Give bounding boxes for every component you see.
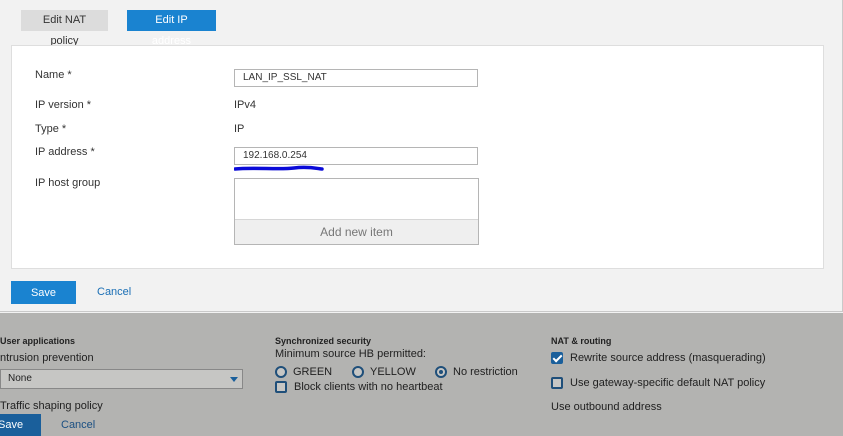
ip-version-label: IP version * [35, 99, 92, 111]
background-cancel-link[interactable]: Cancel [61, 419, 95, 431]
name-input[interactable]: LAN_IP_SSL_NAT [234, 69, 478, 87]
ip-address-input[interactable]: 192.168.0.254 [234, 147, 478, 165]
annotation-underline [234, 165, 324, 171]
user-applications-heading: User applications [0, 336, 76, 346]
nat-routing-heading: NAT & routing [551, 336, 612, 346]
radio-green[interactable] [275, 366, 287, 378]
ip-host-group-label: IP host group [35, 177, 101, 189]
radio-green-label: GREEN [293, 366, 333, 378]
radio-yellow[interactable] [352, 366, 364, 378]
radio-yellow-label: YELLOW [370, 366, 416, 378]
intrusion-prevention-select[interactable]: None [0, 369, 243, 389]
name-label: Name * [35, 69, 72, 81]
gateway-specific-checkbox[interactable] [551, 377, 563, 389]
min-source-hb-label: Minimum source HB permitted: [275, 348, 426, 360]
radio-no-restriction-label: No restriction [453, 366, 518, 378]
ip-version-value: IPv4 [234, 99, 257, 111]
rewrite-source-label: Rewrite source address (masquerading) [570, 352, 766, 364]
add-new-item-button[interactable]: Add new item [235, 219, 478, 244]
outbound-address-label: Use outbound address [551, 401, 662, 413]
type-value: IP [234, 123, 245, 135]
edit-ip-address-dialog: Edit NAT policy Edit IP address Name * L… [0, 0, 843, 312]
background-page: User applications ntrusion prevention No… [0, 313, 843, 436]
traffic-shaping-label: Traffic shaping policy [0, 400, 103, 412]
rewrite-source-checkbox[interactable] [551, 352, 563, 364]
gateway-specific-label: Use gateway-specific default NAT policy [570, 377, 766, 389]
chevron-down-icon [230, 377, 238, 382]
intrusion-prevention-value: None [8, 373, 32, 384]
edit-nat-policy-tab[interactable]: Edit NAT policy [21, 10, 108, 47]
block-clients-label: Block clients with no heartbeat [294, 381, 443, 393]
form-panel: Name * LAN_IP_SSL_NAT IP version * IPv4 … [11, 45, 824, 269]
edit-ip-address-tab[interactable]: Edit IP address [127, 10, 216, 47]
intrusion-prevention-label: ntrusion prevention [0, 352, 94, 364]
radio-no-restriction[interactable] [435, 366, 447, 378]
type-label: Type * [35, 123, 67, 135]
ip-host-group-list[interactable]: Add new item [234, 178, 479, 245]
save-button[interactable]: Save [11, 281, 76, 304]
block-clients-checkbox[interactable] [275, 381, 287, 393]
background-save-button[interactable]: Save [0, 414, 41, 436]
ip-address-label: IP address * [35, 146, 95, 158]
sync-security-heading: Synchronized security [275, 336, 372, 346]
cancel-link[interactable]: Cancel [97, 286, 131, 298]
